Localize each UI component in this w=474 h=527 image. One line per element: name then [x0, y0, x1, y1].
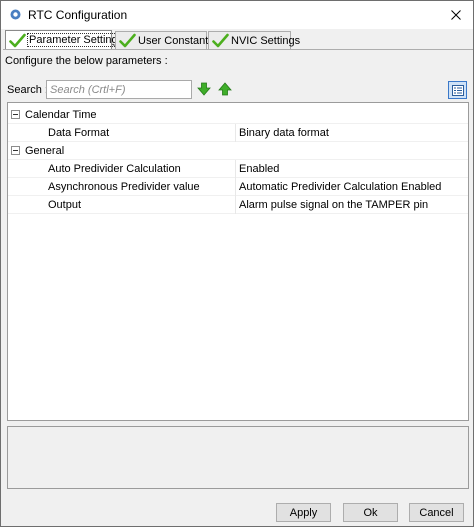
param-value[interactable]: Enabled — [239, 163, 279, 175]
tab-label: User Constants — [138, 34, 214, 47]
group-label: Calendar Time — [25, 109, 97, 121]
arrow-up-icon[interactable] — [218, 82, 232, 96]
collapse-icon[interactable] — [11, 146, 20, 155]
column-divider — [235, 178, 236, 196]
param-name: Asynchronous Predivider value — [48, 181, 200, 193]
title-bar[interactable]: RTC Configuration — [1, 1, 473, 29]
search-input[interactable] — [46, 80, 192, 99]
tree-group-calendar-time[interactable]: Calendar Time — [8, 106, 468, 124]
app-gear-icon — [10, 9, 21, 20]
arrow-down-icon[interactable] — [197, 82, 211, 96]
tree-row[interactable]: Data Format Binary data format — [8, 124, 468, 142]
list-view-icon — [451, 84, 464, 96]
ok-button[interactable]: Ok — [343, 503, 398, 522]
param-name: Data Format — [48, 127, 110, 139]
cancel-button[interactable]: Cancel — [409, 503, 464, 522]
close-icon — [451, 10, 461, 20]
tree-row[interactable]: Asynchronous Predivider value Automatic … — [8, 178, 468, 196]
tab-strip: Parameter Settings User Constants NVIC S… — [3, 30, 473, 50]
apply-button[interactable]: Apply — [276, 503, 331, 522]
param-value[interactable]: Binary data format — [239, 127, 329, 139]
check-icon — [9, 33, 26, 47]
tab-parameter-settings[interactable]: Parameter Settings — [5, 30, 126, 49]
window-title: RTC Configuration — [28, 8, 128, 22]
column-divider — [235, 124, 236, 142]
param-name: Auto Predivider Calculation — [48, 163, 181, 175]
search-label: Search : — [7, 84, 48, 96]
tab-user-constants[interactable]: User Constants — [115, 31, 214, 49]
tree-row[interactable]: Output Alarm pulse signal on the TAMPER … — [8, 196, 468, 214]
tree-row[interactable]: Auto Predivider Calculation Enabled — [8, 160, 468, 178]
param-name: Output — [48, 199, 82, 211]
param-value[interactable]: Alarm pulse signal on the TAMPER pin — [239, 199, 428, 211]
param-value[interactable]: Automatic Predivider Calculation Enabled — [239, 181, 441, 193]
tree-group-general[interactable]: General — [8, 142, 468, 160]
parameter-tree: Calendar Time Data Format Binary data fo… — [7, 102, 469, 421]
check-icon — [212, 33, 229, 48]
rtc-configuration-dialog: RTC Configuration Parameter Settings Use… — [0, 0, 474, 527]
tab-label: NVIC Settings — [231, 34, 301, 47]
tab-nvic-settings[interactable]: NVIC Settings — [208, 31, 300, 49]
list-view-toggle-button[interactable] — [448, 81, 467, 99]
column-divider — [235, 160, 236, 178]
close-button[interactable] — [439, 1, 473, 29]
tab-label: Parameter Settings — [26, 33, 126, 47]
check-icon — [119, 33, 136, 48]
configure-label: Configure the below parameters : — [5, 55, 168, 67]
column-divider — [235, 196, 236, 214]
collapse-icon[interactable] — [11, 110, 20, 119]
description-panel — [7, 426, 469, 489]
group-label: General — [25, 145, 65, 157]
